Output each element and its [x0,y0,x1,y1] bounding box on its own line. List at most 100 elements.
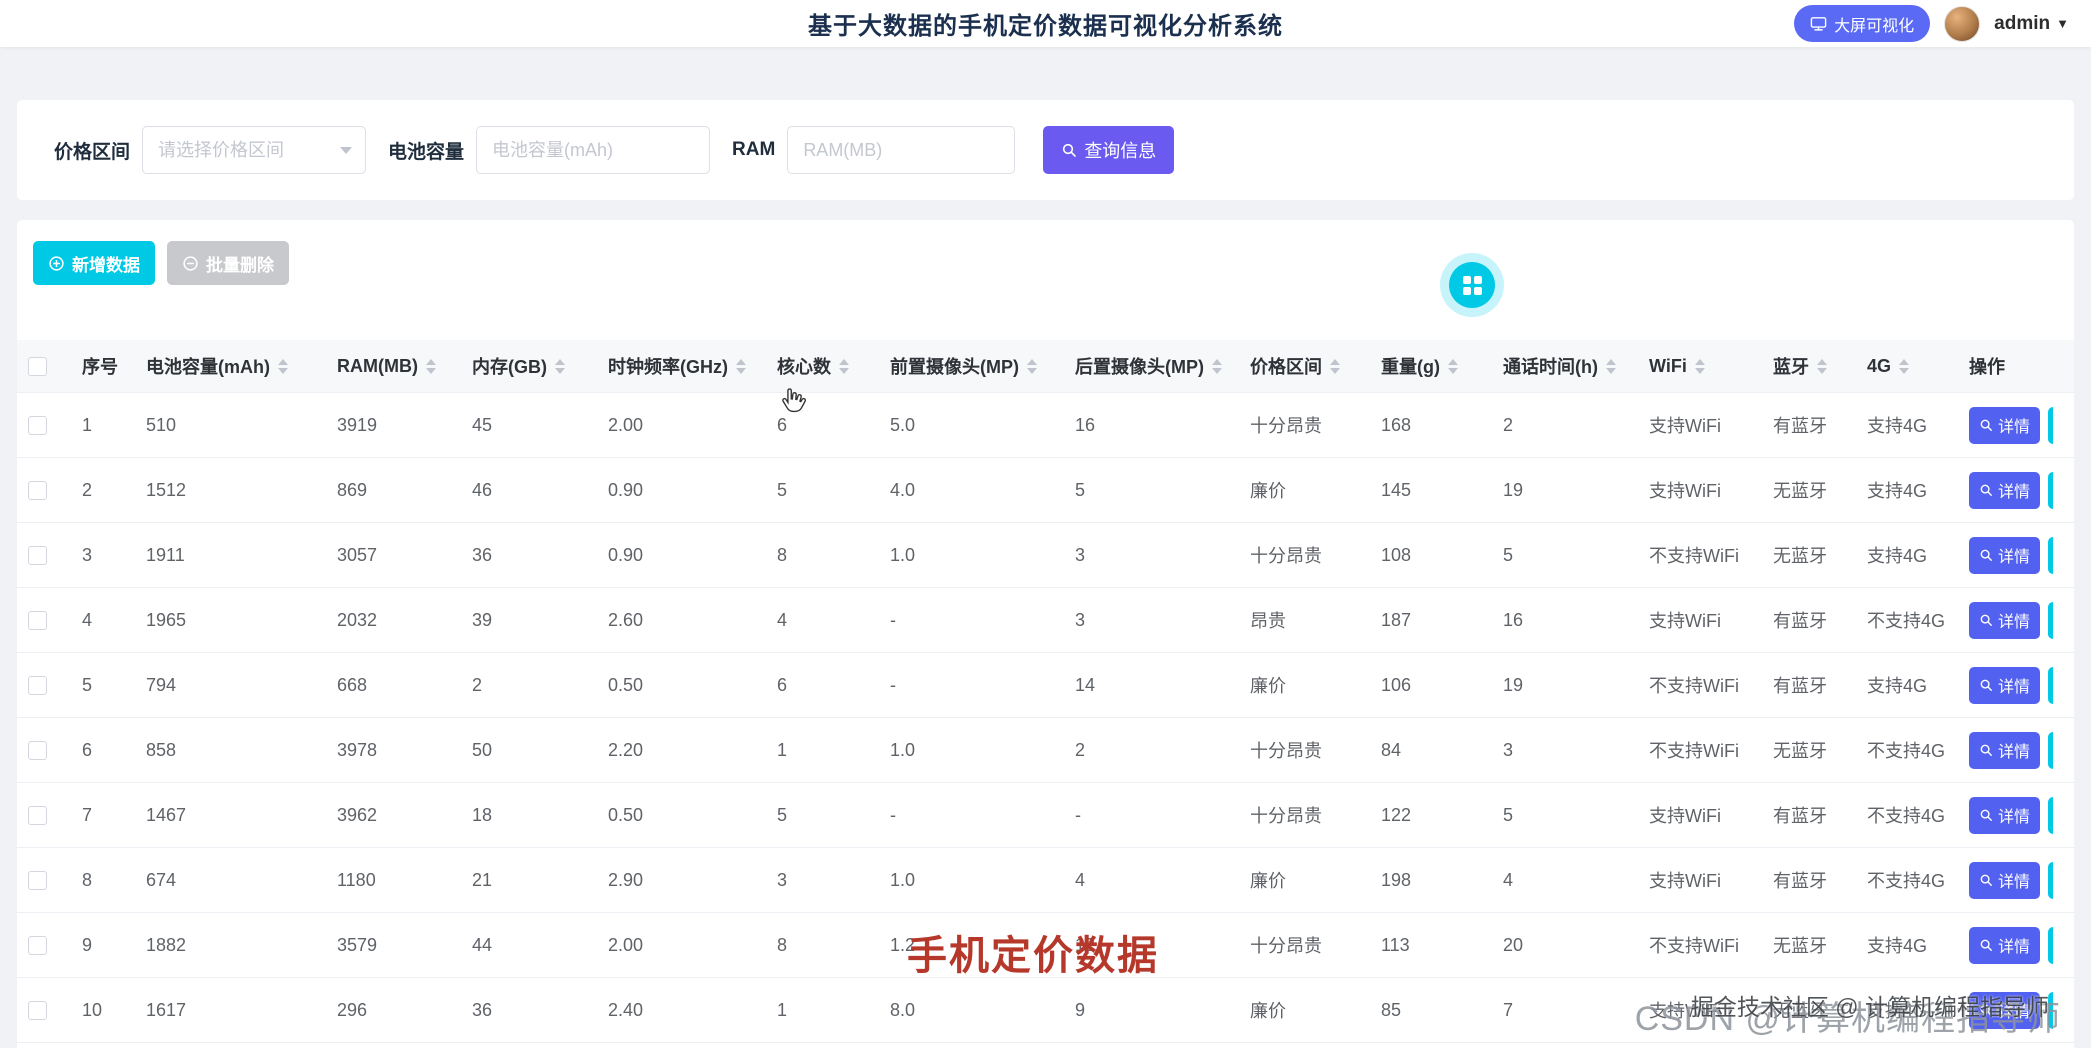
edit-button-clipped[interactable] [2048,732,2053,769]
column-header[interactable]: 核心数 [777,340,890,392]
sort-icon[interactable] [1448,359,1458,374]
column-header[interactable]: 电池容量(mAh) [146,340,337,392]
column-label: WiFi [1649,356,1687,377]
row-checkbox[interactable] [28,416,47,435]
table-cell: 1180 [337,848,472,912]
column-label: 操作 [1969,353,2005,379]
sort-icon[interactable] [839,359,849,374]
detail-button[interactable]: 详情 [1969,407,2040,444]
price-range-select[interactable] [142,126,366,174]
add-data-button[interactable]: 新增数据 [33,241,155,285]
sort-icon[interactable] [736,359,746,374]
column-header[interactable]: 前置摄像头(MP) [890,340,1075,392]
column-header[interactable]: 时钟频率(GHz) [608,340,777,392]
edit-button-clipped[interactable] [2048,407,2053,444]
column-header[interactable]: 蓝牙 [1773,340,1867,392]
sort-icon[interactable] [1027,359,1037,374]
edit-button-clipped[interactable] [2048,667,2053,704]
column-header[interactable]: 操作 [1969,340,2053,392]
table-cell: 支持4G [1867,393,1969,457]
sort-icon[interactable] [1606,359,1616,374]
column-header[interactable]: 重量(g) [1381,340,1503,392]
big-screen-button[interactable]: 大屏可视化 [1794,5,1930,42]
row-checkbox[interactable] [28,1001,47,1020]
table-cell: 16 [1503,588,1649,652]
column-settings-button[interactable] [1449,262,1495,308]
ram-input[interactable] [788,127,1014,173]
sort-icon[interactable] [1212,359,1222,374]
detail-button[interactable]: 详情 [1969,472,2040,509]
table-cell: 145 [1381,458,1503,522]
column-header[interactable]: WiFi [1649,340,1773,392]
table-cell: 9 [82,913,146,977]
table-cell: 108 [1381,523,1503,587]
table-cell: 296 [337,978,472,1042]
column-header[interactable]: 价格区间 [1250,340,1381,392]
detail-button[interactable]: 详情 [1969,927,2040,964]
table-cell: 14 [1075,653,1250,717]
row-checkbox[interactable] [28,546,47,565]
avatar[interactable] [1944,6,1980,42]
detail-button[interactable]: 详情 [1969,537,2040,574]
battery-field[interactable] [476,126,710,174]
detail-button[interactable]: 详情 [1969,797,2040,834]
sort-icon[interactable] [1817,359,1827,374]
username: admin [1994,13,2050,35]
column-label: 价格区间 [1250,353,1322,379]
detail-button[interactable]: 详情 [1969,602,2040,639]
ram-field[interactable] [787,126,1015,174]
column-header[interactable]: 内存(GB) [472,340,608,392]
edit-button-clipped[interactable] [2048,537,2053,574]
batch-delete-button[interactable]: 批量删除 [167,241,289,285]
table-cell: 18 [472,783,608,847]
sort-icon[interactable] [1899,359,1909,374]
row-checkbox[interactable] [28,611,47,630]
detail-label: 详情 [1998,478,2030,502]
table-cell: 46 [472,458,608,522]
sort-icon[interactable] [1330,359,1340,374]
edit-button-clipped[interactable] [2048,472,2053,509]
row-checkbox[interactable] [28,936,47,955]
row-checkbox[interactable] [28,741,47,760]
sort-icon[interactable] [278,359,288,374]
row-checkbox[interactable] [28,481,47,500]
row-checkbox[interactable] [28,871,47,890]
column-header[interactable]: RAM(MB) [337,340,472,392]
action-cell: 详情 [1969,458,2053,522]
user-menu[interactable]: admin ▼ [1994,13,2069,35]
sort-icon[interactable] [1695,359,1705,374]
edit-button-clipped[interactable] [2048,927,2053,964]
table-cell: 21 [472,848,608,912]
row-checkbox[interactable] [28,676,47,695]
table-cell: 5 [1503,783,1649,847]
query-button[interactable]: 查询信息 [1043,126,1174,174]
detail-button[interactable]: 详情 [1969,667,2040,704]
table-cell: 5 [82,653,146,717]
table-cell: 不支持4G [1867,848,1969,912]
table-cell: - [1075,783,1250,847]
table-cell: 198 [1381,848,1503,912]
table-cell: 4 [777,588,890,652]
edit-button-clipped[interactable] [2048,602,2053,639]
checkbox-cell [17,340,82,392]
edit-button-clipped[interactable] [2048,797,2053,834]
column-header[interactable]: 序号 [82,340,146,392]
row-checkbox[interactable] [28,806,47,825]
action-cell: 详情 [1969,783,2053,847]
table-cell: 2 [472,653,608,717]
detail-button[interactable]: 详情 [1969,732,2040,769]
price-range-select-input[interactable] [143,127,365,173]
table-cell: 支持WiFi [1649,458,1773,522]
battery-input[interactable] [477,127,709,173]
column-header[interactable]: 后置摄像头(MP) [1075,340,1250,392]
row-checkbox[interactable] [28,357,47,376]
column-header[interactable]: 通话时间(h) [1503,340,1649,392]
column-header[interactable]: 4G [1867,340,1969,392]
edit-button-clipped[interactable] [2048,862,2053,899]
table-cell: 支持WiFi [1649,588,1773,652]
table-cell: - [890,588,1075,652]
table-cell: 1 [777,718,890,782]
detail-button[interactable]: 详情 [1969,862,2040,899]
sort-icon[interactable] [426,359,436,374]
sort-icon[interactable] [555,359,565,374]
